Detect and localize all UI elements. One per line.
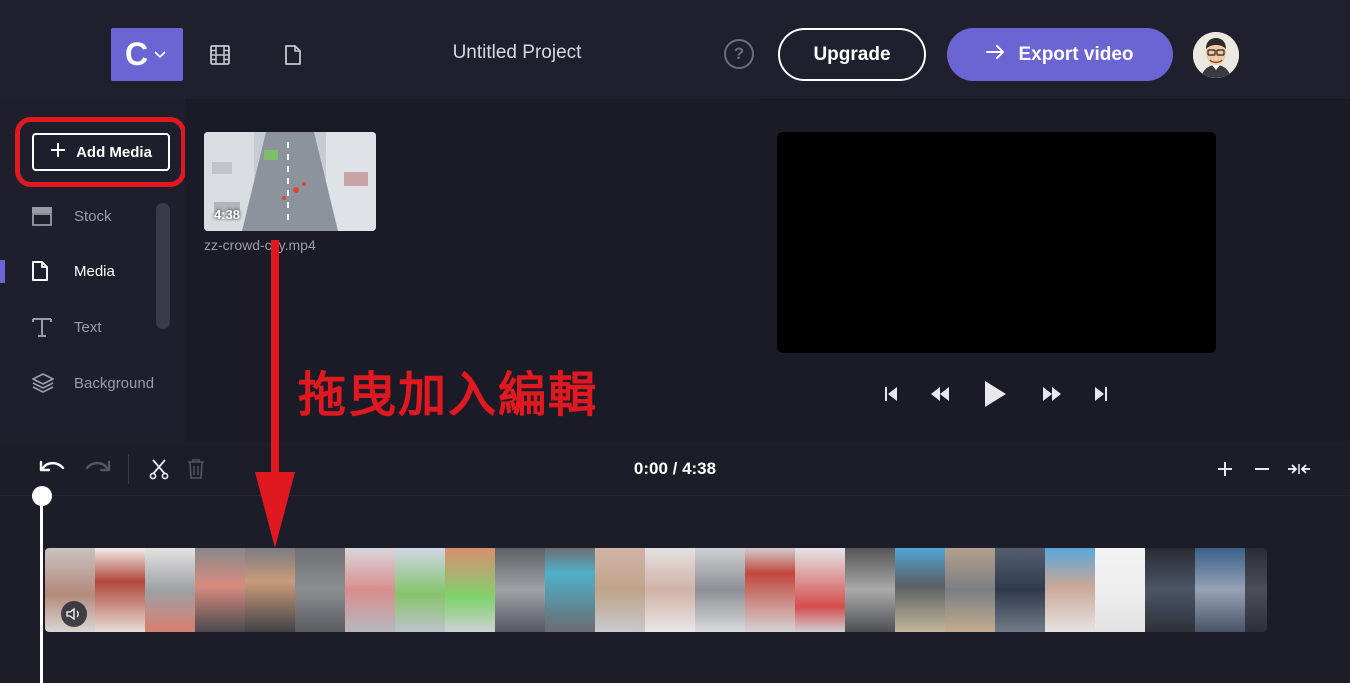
fast-forward-icon[interactable] <box>1039 382 1065 406</box>
clip-frame <box>795 548 845 632</box>
add-media-button[interactable]: Add Media <box>32 133 170 171</box>
skip-back-icon[interactable] <box>880 382 902 406</box>
arrow-right-icon <box>986 44 1006 66</box>
playhead[interactable] <box>40 496 43 683</box>
zoom-out-icon[interactable] <box>1251 458 1273 480</box>
clip-frame <box>295 548 345 632</box>
undo-icon[interactable] <box>38 456 68 482</box>
sidebar-item-text[interactable]: Text <box>0 307 170 347</box>
zoom-in-icon[interactable] <box>1214 458 1236 480</box>
clip-frame <box>145 548 195 632</box>
sidebar-item-label: Background <box>74 374 155 392</box>
annotation-label: 拖曳加入編輯 <box>298 369 599 422</box>
clip-frame <box>695 548 745 632</box>
clip-frame <box>345 548 395 632</box>
rewind-icon[interactable] <box>927 382 953 406</box>
clip-frame <box>95 548 145 632</box>
chevron-down-icon <box>154 46 166 64</box>
timecode: 0:00 / 4:38 <box>633 459 717 478</box>
clip-frame <box>1245 548 1267 632</box>
file-icon[interactable] <box>281 42 305 68</box>
clip-frame <box>745 548 795 632</box>
clip-duration: 4:38 <box>214 207 241 222</box>
sidebar-item-label: Stock <box>74 207 112 225</box>
clip-frame <box>445 548 495 632</box>
layers-icon <box>30 371 74 395</box>
text-icon <box>30 315 74 339</box>
sidebar-item-media[interactable]: Media <box>0 251 170 291</box>
sidebar-item-label: Media <box>74 262 115 280</box>
scissors-icon[interactable] <box>146 456 172 482</box>
stock-icon <box>30 205 74 227</box>
redo-icon[interactable] <box>82 456 112 482</box>
brand-menu-button[interactable]: C <box>111 28 183 81</box>
export-video-button[interactable]: Export video <box>947 28 1173 81</box>
user-avatar[interactable] <box>1193 32 1239 78</box>
help-icon[interactable]: ? <box>724 39 754 69</box>
clip-frame <box>1145 548 1195 632</box>
add-media-label: Add Media <box>76 143 152 161</box>
timeline-ruler <box>0 495 1350 496</box>
clip-frame <box>195 548 245 632</box>
project-title[interactable]: Untitled Project <box>400 42 634 64</box>
clip-frame <box>1195 548 1245 632</box>
clip-frame <box>1095 548 1145 632</box>
clip-frame <box>1045 548 1095 632</box>
play-icon[interactable] <box>980 376 1010 412</box>
brand-logo: C <box>125 36 149 72</box>
clip-frame <box>395 548 445 632</box>
clip-frame <box>545 548 595 632</box>
clip-frame <box>645 548 695 632</box>
clip-frame <box>595 548 645 632</box>
skip-forward-icon[interactable] <box>1090 382 1112 406</box>
volume-icon[interactable] <box>61 601 87 627</box>
sidebar-scrollbar[interactable] <box>156 203 170 329</box>
trash-icon[interactable] <box>184 456 208 482</box>
file-icon <box>30 260 74 282</box>
sidebar-item-background[interactable]: Background <box>0 363 170 403</box>
export-video-label: Export video <box>1018 43 1134 65</box>
clip-frame <box>995 548 1045 632</box>
clip-frame <box>495 548 545 632</box>
video-preview[interactable] <box>777 132 1216 353</box>
video-track-clip[interactable] <box>45 548 1267 632</box>
plus-icon <box>50 142 66 162</box>
sidebar-item-label: Text <box>74 318 102 336</box>
clip-frame <box>945 548 995 632</box>
clip-frame <box>245 548 295 632</box>
clip-frame <box>845 548 895 632</box>
fit-timeline-icon[interactable] <box>1286 458 1312 480</box>
upgrade-button[interactable]: Upgrade <box>778 28 926 81</box>
clip-frame <box>895 548 945 632</box>
annotation-arrow <box>255 240 295 550</box>
sidebar-item-stock[interactable]: Stock <box>0 196 170 236</box>
toolbar-divider <box>128 454 129 484</box>
playhead-handle[interactable] <box>32 486 52 506</box>
film-icon[interactable] <box>207 42 233 68</box>
